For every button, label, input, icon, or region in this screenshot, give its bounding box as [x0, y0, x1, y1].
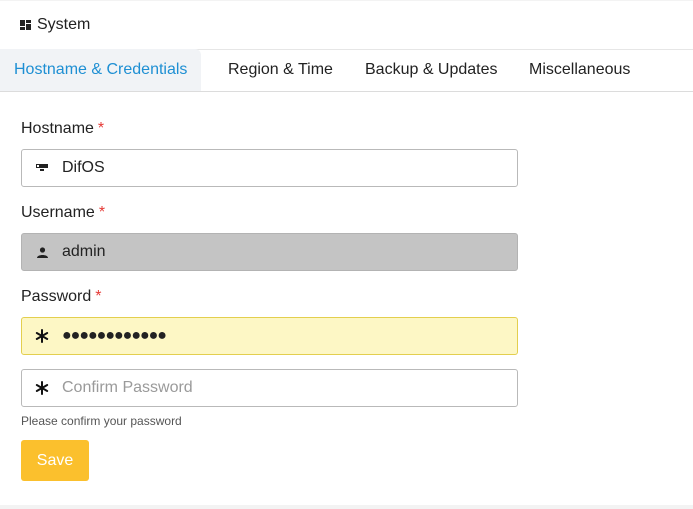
- password-field[interactable]: ●●●●●●●●●●●●: [21, 317, 518, 355]
- asterisk-icon: [35, 370, 49, 406]
- password-label: Password *: [21, 288, 102, 305]
- panel-header: System: [0, 1, 693, 50]
- dashboard-icon: [20, 20, 31, 30]
- hostname-field[interactable]: DifOS: [21, 149, 518, 187]
- tab-backup-updates[interactable]: Backup & Updates: [365, 49, 498, 91]
- username-value: admin: [62, 243, 106, 260]
- tab-hostname-credentials[interactable]: Hostname & Credentials: [0, 49, 202, 91]
- hostname-value: DifOS: [62, 159, 105, 176]
- required-mark: *: [98, 204, 106, 221]
- password-value: ●●●●●●●●●●●●: [62, 327, 167, 344]
- required-mark: *: [95, 288, 102, 305]
- server-icon: [35, 150, 49, 186]
- confirm-password-field[interactable]: Confirm Password: [21, 369, 518, 407]
- user-icon: [35, 234, 49, 270]
- required-mark: *: [97, 120, 105, 137]
- system-panel: System Hostname & Credentials Region & T…: [0, 1, 693, 505]
- username-label: Username *: [21, 204, 106, 221]
- tab-miscellaneous[interactable]: Miscellaneous: [529, 49, 630, 91]
- tab-bar: Hostname & Credentials Region & Time Bac…: [0, 49, 693, 92]
- save-button[interactable]: Save: [21, 440, 89, 481]
- tab-region-time[interactable]: Region & Time: [228, 49, 333, 91]
- confirm-password-help: Please confirm your password: [21, 414, 182, 428]
- confirm-password-placeholder: Confirm Password: [62, 379, 193, 396]
- asterisk-icon: [35, 318, 49, 354]
- username-field: admin: [21, 233, 518, 271]
- hostname-label: Hostname *: [21, 120, 105, 137]
- panel-title: System: [37, 16, 91, 33]
